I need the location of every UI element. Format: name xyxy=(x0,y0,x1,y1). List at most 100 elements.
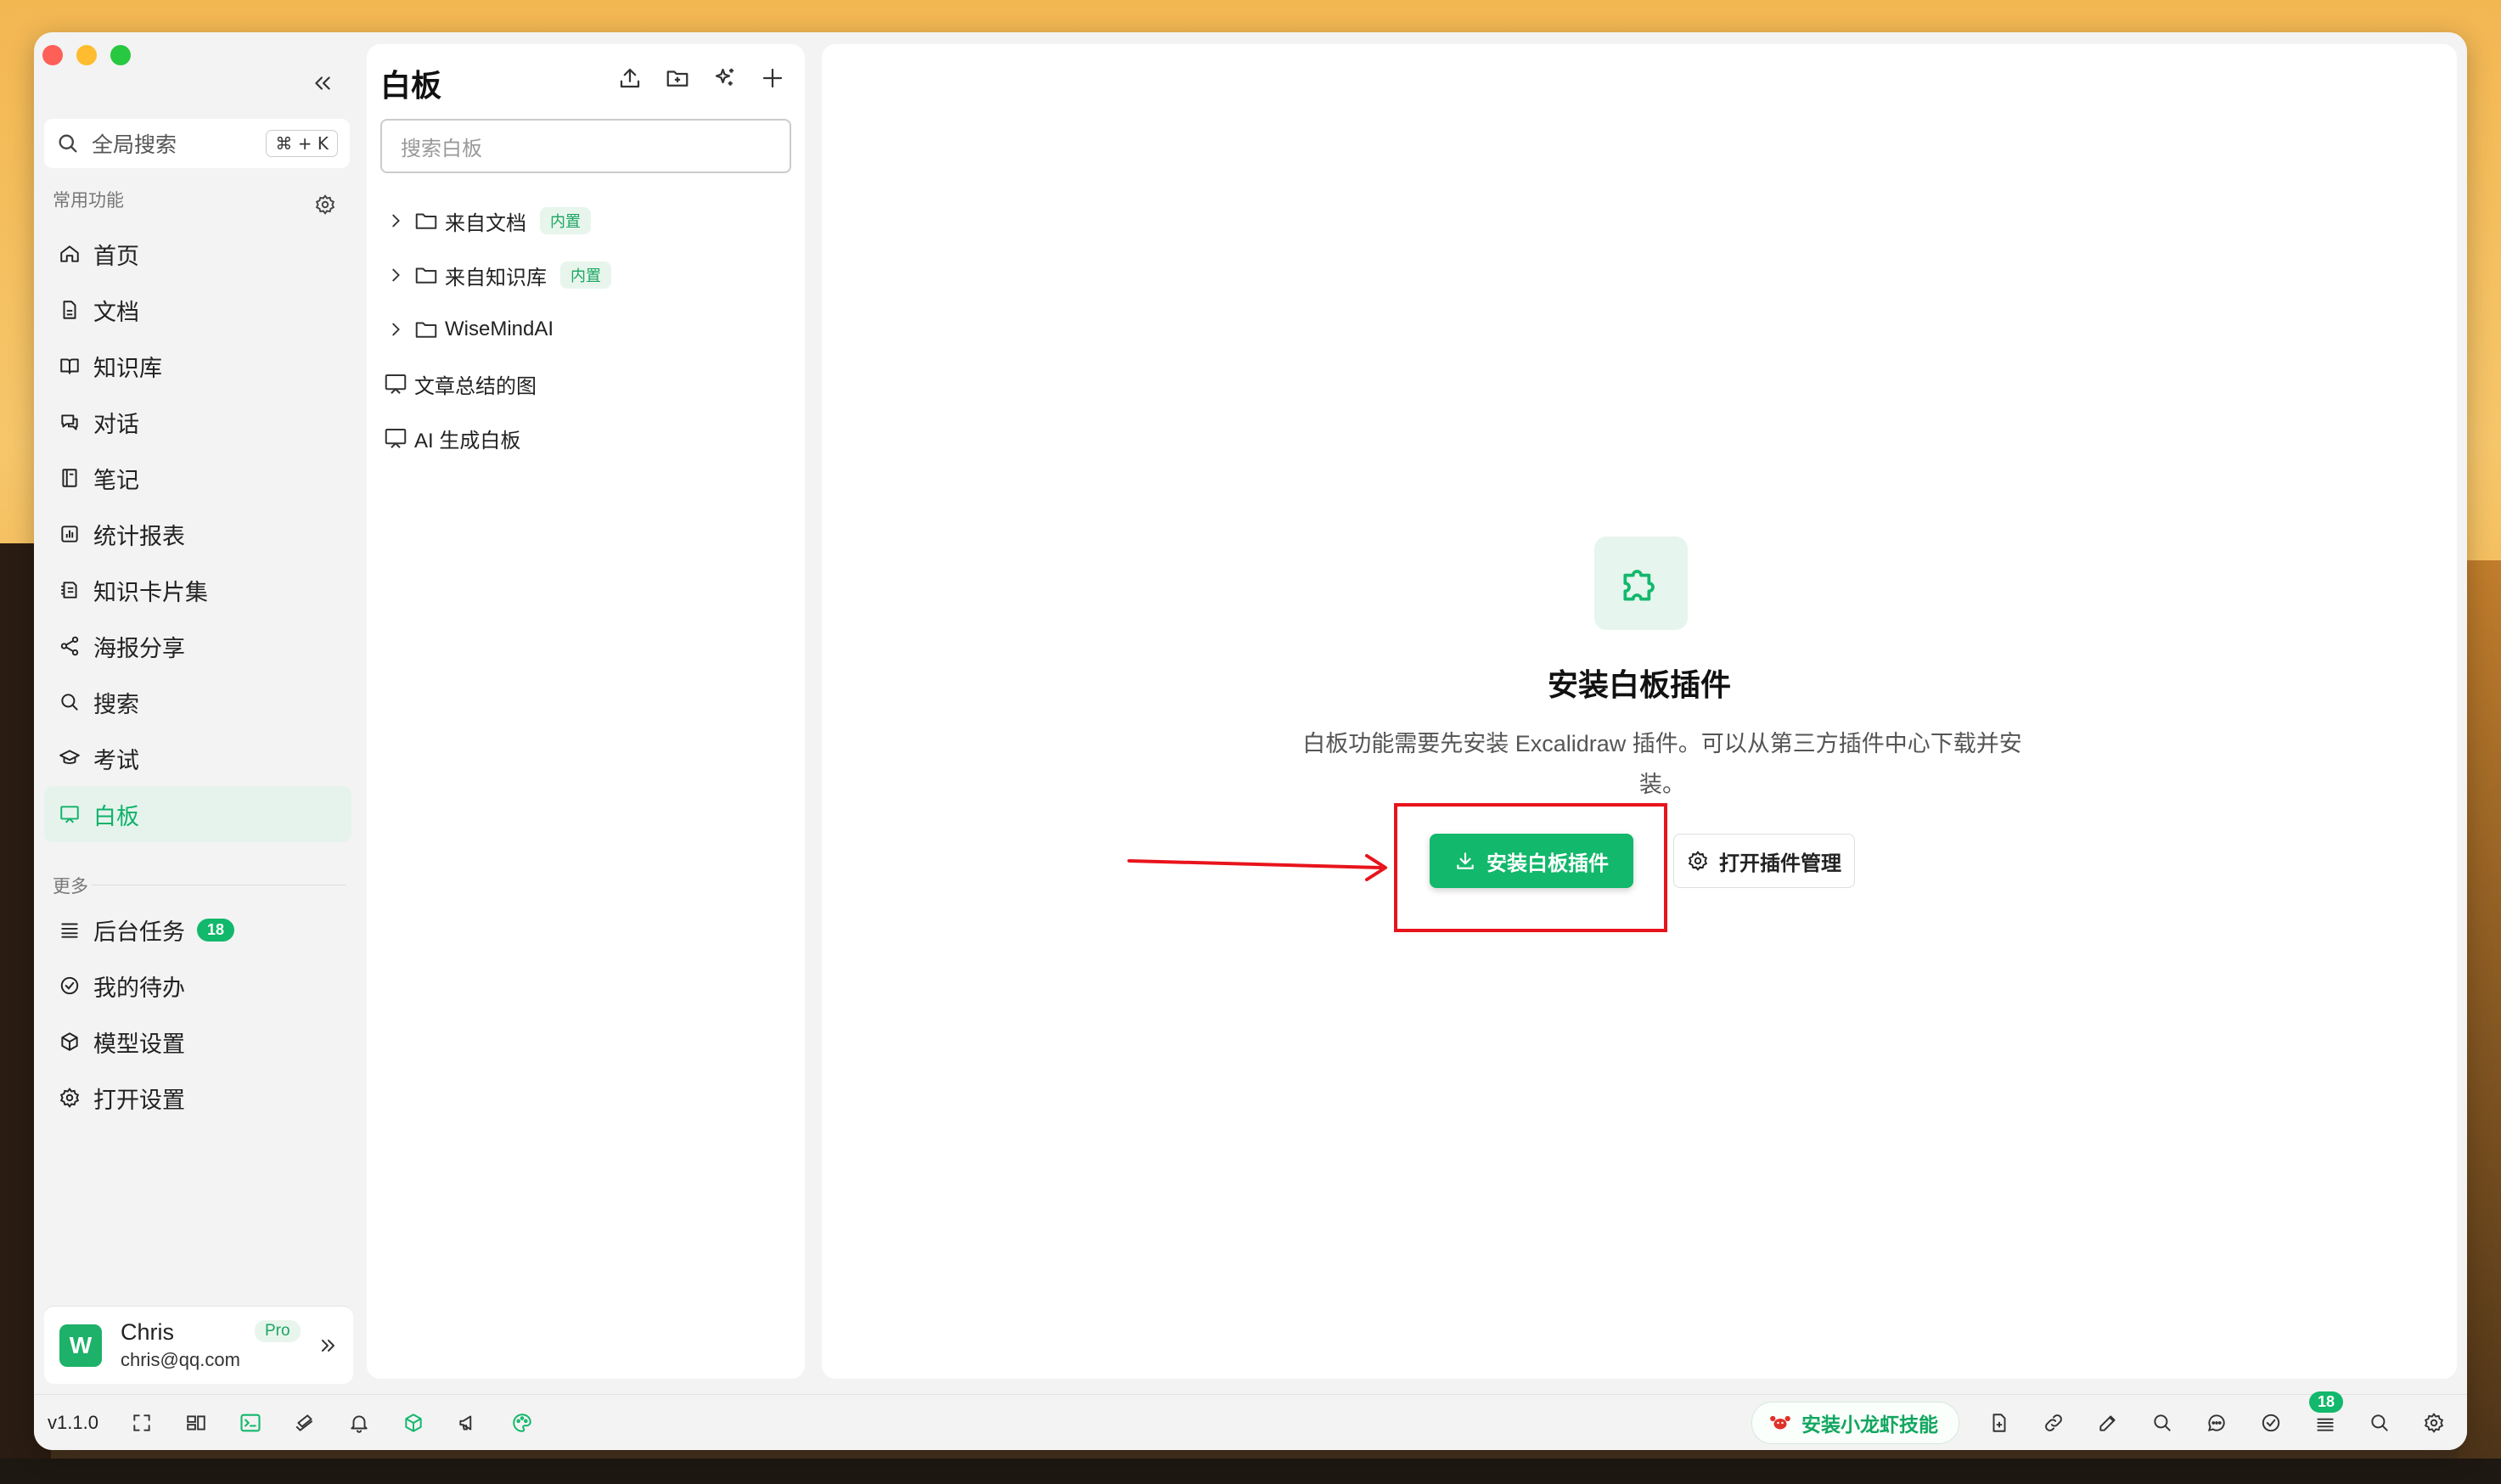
bell-icon xyxy=(351,1414,368,1433)
tasks-button[interactable]: 18 xyxy=(2309,1391,2344,1437)
nav-item-exam[interactable]: 考试 xyxy=(44,730,351,786)
plan-badge: Pro xyxy=(255,1320,301,1342)
tree-folder-from-docs[interactable]: 来自文档 内置 xyxy=(380,194,788,248)
new-doc-button[interactable] xyxy=(1985,1408,2014,1437)
nav-item-open-settings[interactable]: 打开设置 xyxy=(44,1070,351,1126)
nav-item-poster-share[interactable]: 海报分享 xyxy=(44,618,351,674)
new-folder-button[interactable] xyxy=(662,63,693,93)
whiteboard-tree: 来自文档 内置 来自知识库 内置 WiseMindAI 文章总结的图 AI 生成… xyxy=(380,194,788,465)
tree-item-label: 来自知识库 xyxy=(445,266,547,289)
search-icon xyxy=(59,134,77,153)
ai-generate-button[interactable] xyxy=(710,63,740,93)
nav-item-stats[interactable]: 统计报表 xyxy=(44,506,351,562)
document-icon xyxy=(63,301,76,319)
add-whiteboard-button[interactable] xyxy=(757,63,788,93)
open-plugin-manager-button[interactable]: 打开插件管理 xyxy=(1673,834,1855,888)
user-card[interactable]: W Chris chris@qq.com Pro xyxy=(44,1306,353,1384)
fullscreen-button[interactable] xyxy=(127,1408,156,1437)
collapse-sidebar-button[interactable] xyxy=(307,68,338,98)
terminal-icon xyxy=(240,1414,261,1431)
nav-item-model-settings[interactable]: 模型设置 xyxy=(44,1014,351,1070)
double-chevron-right-icon[interactable] xyxy=(318,1335,338,1356)
common-settings-button[interactable] xyxy=(314,194,336,220)
package-button[interactable] xyxy=(399,1408,428,1437)
nav-item-background-tasks[interactable]: 后台任务 18 xyxy=(44,902,351,958)
layout-icon xyxy=(187,1414,205,1431)
search-shortcut-hint: ⌘ + K xyxy=(266,130,338,157)
empty-state-description: 白板功能需要先安装 Excalidraw 插件。可以从第三方插件中心下载并安装。 xyxy=(1302,731,2022,797)
chat-icon xyxy=(61,414,78,430)
nav-common: 首页 文档 知识库 对话 笔记 统计报表 知识卡片集 海报分享 搜索 考试 白板 xyxy=(44,226,351,842)
nav-item-label: 对话 xyxy=(93,411,139,437)
nav-item-label: 首页 xyxy=(93,243,139,269)
layers-icon xyxy=(295,1414,313,1431)
tree-board-ai-generated[interactable]: AI 生成白板 xyxy=(380,411,788,465)
layers-button[interactable] xyxy=(290,1408,319,1437)
link-button[interactable] xyxy=(2039,1408,2068,1437)
notifications-button[interactable] xyxy=(345,1408,374,1437)
tree-item-label: WiseMindAI xyxy=(445,318,554,340)
chat-button[interactable] xyxy=(2202,1408,2231,1437)
nav-item-label: 海报分享 xyxy=(93,635,185,661)
tree-board-article-summary[interactable]: 文章总结的图 xyxy=(380,357,788,411)
nav-item-knowledge-cards[interactable]: 知识卡片集 xyxy=(44,562,351,618)
global-search-button[interactable] xyxy=(2365,1408,2394,1437)
nav-item-label: 知识库 xyxy=(93,355,162,381)
nav-more: 后台任务 18 我的待办 模型设置 打开设置 xyxy=(44,902,351,1126)
install-skill-button[interactable]: 安装小龙虾技能 xyxy=(1751,1402,1959,1444)
puzzle-icon xyxy=(1623,570,1655,601)
nav-item-whiteboard[interactable]: 白板 xyxy=(44,786,351,842)
list-icon xyxy=(2317,1418,2334,1431)
global-search-label: 全局搜索 xyxy=(92,133,177,157)
whiteboard-list-panel: 白板 搜索白板 来自文档 内置 来自知识库 内置 WiseMindAI 文章总结… xyxy=(367,44,805,1379)
announcement-button[interactable] xyxy=(453,1408,482,1437)
status-bar: v1.1.0 安装小龙虾技能 18 xyxy=(34,1391,2467,1450)
file-plus-icon xyxy=(1992,1414,2006,1432)
whiteboard-icon xyxy=(385,429,407,448)
theme-button[interactable] xyxy=(508,1408,537,1437)
user-email: chris@qq.com xyxy=(121,1349,240,1370)
section-title-common: 常用功能 xyxy=(53,191,124,211)
check-circle-icon xyxy=(60,976,79,995)
graduation-icon xyxy=(59,750,80,764)
list-icon xyxy=(61,923,78,938)
nav-item-label: 模型设置 xyxy=(93,1031,185,1057)
tree-folder-from-kb[interactable]: 来自知识库 内置 xyxy=(380,248,788,302)
nav-item-label: 后台任务 xyxy=(93,919,185,945)
notebook-icon xyxy=(62,469,77,487)
edit-button[interactable] xyxy=(2094,1408,2122,1437)
nav-item-label: 统计报表 xyxy=(93,523,185,549)
task-count-badge: 18 xyxy=(197,918,235,942)
nav-item-knowledge-base[interactable]: 知识库 xyxy=(44,338,351,394)
upload-button[interactable] xyxy=(615,63,645,93)
settings-button[interactable] xyxy=(2420,1408,2448,1437)
sparkles-icon xyxy=(715,68,733,86)
global-search[interactable]: 全局搜索 ⌘ + K xyxy=(44,119,350,168)
folder-icon xyxy=(415,267,437,284)
nav-item-todos[interactable]: 我的待办 xyxy=(44,958,351,1014)
gear-icon xyxy=(1688,851,1708,871)
nav-item-home[interactable]: 首页 xyxy=(44,226,351,282)
search-icon xyxy=(2154,1414,2171,1431)
tree-item-label: AI 生成白板 xyxy=(414,429,521,453)
whiteboard-search-input[interactable]: 搜索白板 xyxy=(380,119,791,173)
sidebar: 全局搜索 ⌘ + K 常用功能 首页 文档 知识库 对话 笔记 统计报表 知识卡… xyxy=(34,32,360,1391)
search-button[interactable] xyxy=(2148,1408,2177,1437)
status-bar-left: v1.1.0 xyxy=(34,1408,537,1437)
nav-item-chat[interactable]: 对话 xyxy=(44,394,351,450)
megaphone-icon xyxy=(459,1414,472,1431)
layout-button[interactable] xyxy=(182,1408,211,1437)
nav-item-search[interactable]: 搜索 xyxy=(44,674,351,730)
gear-icon xyxy=(2424,1413,2444,1433)
nav-item-notes[interactable]: 笔记 xyxy=(44,450,351,506)
nav-item-label: 我的待办 xyxy=(93,975,185,1001)
todo-button[interactable] xyxy=(2257,1408,2285,1437)
cards-icon xyxy=(61,582,77,599)
gear-icon xyxy=(315,194,335,215)
terminal-button[interactable] xyxy=(236,1408,265,1437)
nav-item-documents[interactable]: 文档 xyxy=(44,282,351,338)
upload-icon xyxy=(620,68,640,88)
annotation-arrow-icon xyxy=(1127,854,1387,881)
tree-folder-wisemindai[interactable]: WiseMindAI xyxy=(380,302,788,357)
tree-item-label: 来自文档 xyxy=(445,211,526,235)
